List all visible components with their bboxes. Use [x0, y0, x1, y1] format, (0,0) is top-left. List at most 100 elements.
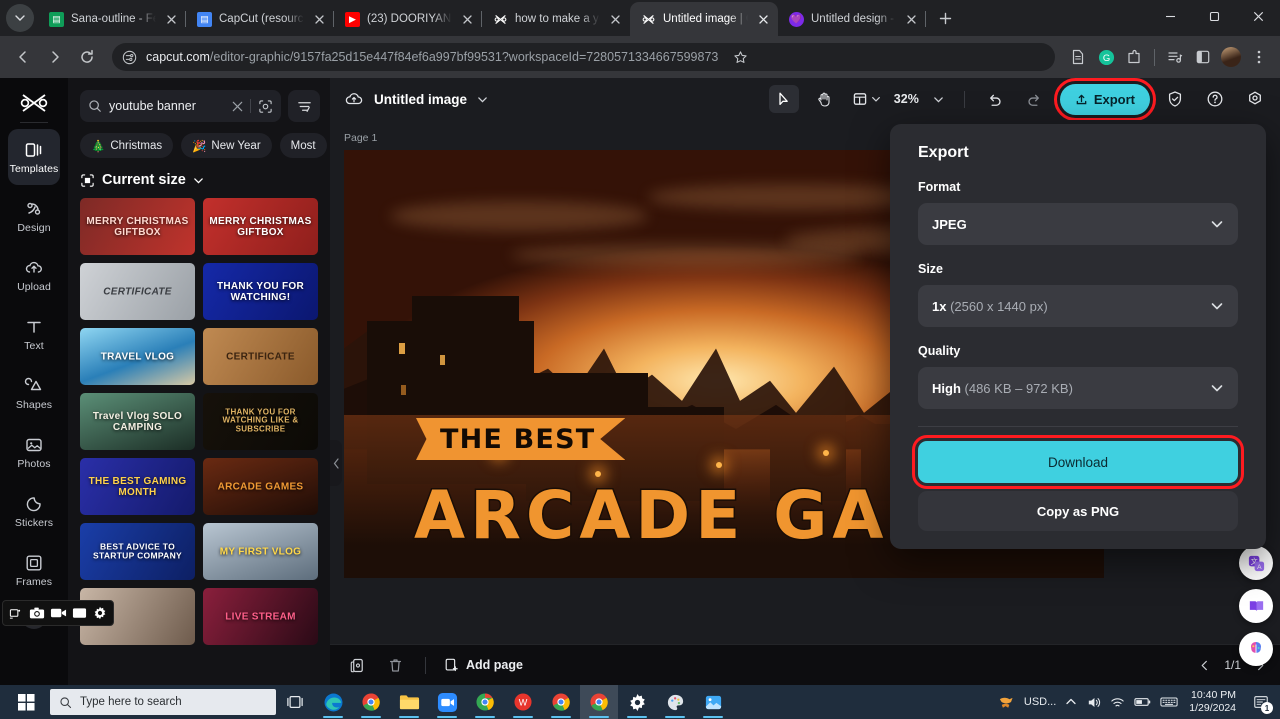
sidebar-item-frames[interactable]: Frames — [8, 542, 60, 598]
window-close-button[interactable] — [1236, 0, 1280, 32]
copy-page-icon[interactable] — [344, 653, 370, 677]
zoom-chevron-down-icon[interactable] — [929, 85, 949, 113]
tab-close-button[interactable] — [903, 11, 920, 28]
notification-center-button[interactable]: 1 — [1251, 691, 1273, 714]
chrome-icon[interactable] — [352, 685, 390, 719]
select-tool[interactable] — [768, 85, 799, 113]
clear-search-icon[interactable] — [232, 101, 243, 112]
volume-icon[interactable] — [1086, 695, 1101, 710]
chevron-left-icon[interactable] — [1199, 660, 1210, 671]
browser-tab[interactable]: ▤ CapCut (resource) - y — [186, 2, 334, 36]
size-select[interactable]: 1x (2560 x 1440 px) — [918, 285, 1238, 327]
sidebar-item-photos[interactable]: Photos — [8, 424, 60, 480]
panel-collapse-handle[interactable] — [330, 440, 342, 486]
shield-icon[interactable] — [1160, 85, 1190, 113]
template-card[interactable]: CERTIFICATE — [203, 328, 318, 385]
hand-tool[interactable] — [809, 85, 839, 113]
sidebar-item-stickers[interactable]: Stickers — [8, 483, 60, 539]
tab-search-button[interactable] — [6, 4, 34, 32]
tab-close-button[interactable] — [755, 11, 772, 28]
redo-icon[interactable] — [1020, 85, 1050, 113]
capcut-logo[interactable] — [14, 86, 54, 120]
currency-tray-icon[interactable] — [998, 694, 1015, 711]
profile-avatar[interactable] — [1218, 44, 1244, 70]
current-size-header[interactable]: Current size — [68, 158, 330, 198]
format-select[interactable]: JPEG — [918, 203, 1238, 245]
battery-icon[interactable] — [1134, 696, 1151, 708]
browser-tab[interactable]: ▤ Sana-outline - Feishu — [38, 2, 186, 36]
tab-close-button[interactable] — [311, 11, 328, 28]
browser-tab[interactable]: 💜 Untitled design - You — [778, 2, 926, 36]
site-settings-icon[interactable] — [122, 50, 137, 65]
template-card[interactable]: TRAVEL VLOG — [80, 328, 195, 385]
keyboard-icon[interactable] — [1160, 696, 1178, 708]
reading-list-icon[interactable] — [1065, 44, 1091, 70]
bookmark-star-icon[interactable] — [727, 44, 753, 70]
chrome-icon[interactable] — [580, 685, 618, 719]
wps-icon[interactable]: W — [504, 685, 542, 719]
chip-new-year[interactable]: 🎉 New Year — [181, 133, 272, 158]
taskbar-clock[interactable]: 10:40 PM 1/29/2024 — [1189, 689, 1236, 715]
template-card[interactable]: THANK YOU FOR WATCHING LIKE & SUBSCRIBE — [203, 393, 318, 450]
tab-close-button[interactable] — [459, 11, 476, 28]
download-button[interactable]: Download — [912, 435, 1244, 489]
chrome-icon[interactable] — [466, 685, 504, 719]
add-page-button[interactable]: Add page — [443, 657, 523, 673]
photos-icon[interactable] — [694, 685, 732, 719]
new-tab-button[interactable] — [932, 5, 958, 31]
template-card[interactable]: CERTIFICATE — [80, 263, 195, 320]
sidebar-item-design[interactable]: Design — [8, 188, 60, 244]
browser-tab[interactable]: ▶ (23) DOORIYAN - Full — [334, 2, 482, 36]
chrome-menu-icon[interactable] — [1246, 44, 1272, 70]
file-explorer-icon[interactable] — [390, 685, 428, 719]
visual-search-icon[interactable] — [258, 99, 273, 114]
export-button[interactable]: Export — [1053, 77, 1157, 121]
settings-gear-icon[interactable] — [618, 685, 656, 719]
task-view-icon[interactable] — [276, 685, 314, 719]
template-card[interactable]: LIVE STREAM — [203, 588, 318, 645]
window-capture-icon[interactable] — [70, 603, 89, 623]
taskbar-search-input[interactable]: Type here to search — [50, 689, 276, 715]
translate-icon[interactable]: 文A — [1239, 546, 1273, 580]
grammarly-icon[interactable]: G — [1093, 44, 1119, 70]
sidebar-item-shapes[interactable]: Shapes — [8, 365, 60, 421]
window-maximize-button[interactable] — [1192, 0, 1236, 32]
zoom-level[interactable]: 32% — [894, 92, 919, 106]
filter-button[interactable] — [288, 90, 320, 122]
layout-tool[interactable] — [849, 85, 884, 113]
window-minimize-button[interactable] — [1148, 0, 1192, 32]
wifi-icon[interactable] — [1110, 695, 1125, 710]
show-hidden-icons[interactable] — [1065, 696, 1077, 708]
split-screen-icon[interactable] — [1190, 44, 1216, 70]
document-title[interactable]: Untitled image — [374, 92, 467, 107]
quality-select[interactable]: High (486 KB – 972 KB) — [918, 367, 1238, 409]
template-card[interactable]: Travel Vlog SOLO CAMPING — [80, 393, 195, 450]
chrome-icon[interactable] — [542, 685, 580, 719]
media-icon[interactable] — [1162, 44, 1188, 70]
search-input[interactable]: youtube banner — [80, 90, 281, 122]
sidebar-item-upload[interactable]: Upload — [8, 247, 60, 303]
dictionary-icon[interactable] — [1239, 589, 1273, 623]
template-card[interactable]: THE BEST GAMING MONTH — [80, 458, 195, 515]
extensions-icon[interactable] — [1121, 44, 1147, 70]
help-icon[interactable] — [1200, 85, 1230, 113]
copy-as-png-button[interactable]: Copy as PNG — [918, 491, 1238, 531]
tab-close-button[interactable] — [607, 11, 624, 28]
template-card[interactable]: THANK YOU FOR WATCHING! — [203, 263, 318, 320]
ai-brain-icon[interactable] — [1239, 632, 1273, 666]
template-card[interactable]: BEST ADVICE TO STARTUP COMPANY — [80, 523, 195, 580]
paint-icon[interactable] — [656, 685, 694, 719]
canvas-banner[interactable]: THE BEST — [416, 418, 626, 460]
zoom-icon[interactable] — [428, 685, 466, 719]
reload-icon[interactable] — [72, 42, 102, 72]
document-menu-chevron-down-icon[interactable] — [477, 94, 488, 105]
camera-icon[interactable] — [27, 603, 46, 623]
browser-tab-active[interactable]: Untitled image | CapC — [630, 2, 778, 36]
address-bar[interactable]: capcut.com/editor-graphic/9157fa25d15e44… — [112, 43, 1055, 71]
windows-start-icon[interactable] — [4, 685, 48, 719]
sidebar-item-text[interactable]: Text — [8, 306, 60, 362]
chip-most[interactable]: Most — [279, 133, 327, 158]
trash-icon[interactable] — [382, 653, 408, 677]
back-icon[interactable] — [8, 42, 38, 72]
undo-icon[interactable] — [980, 85, 1010, 113]
